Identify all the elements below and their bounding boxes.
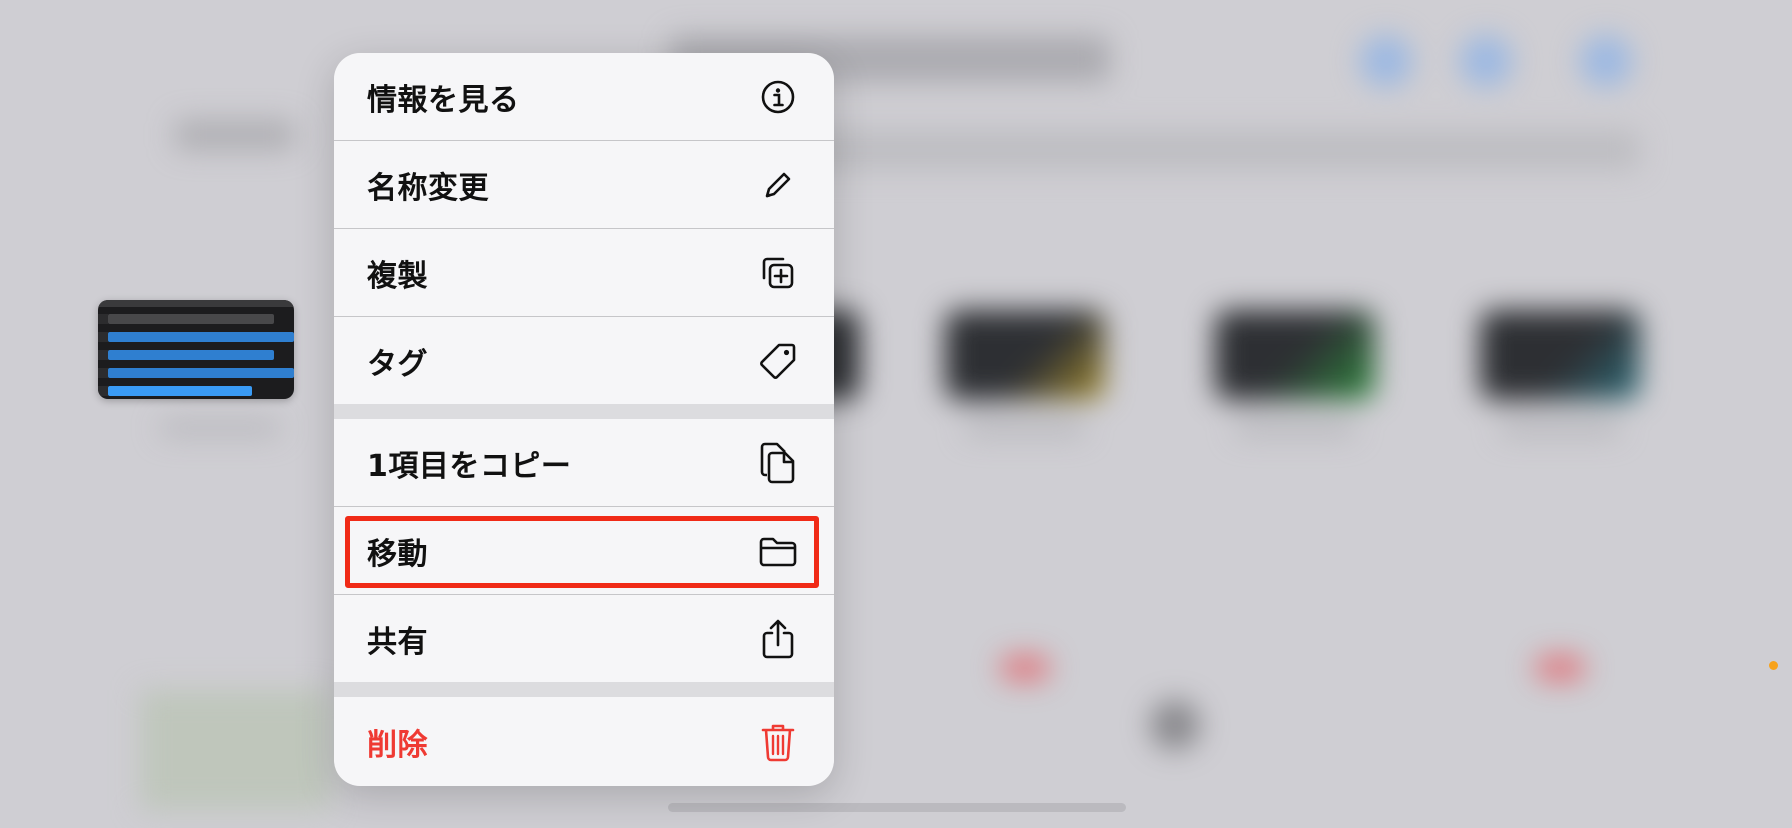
copy-document-icon <box>758 442 798 483</box>
menu-item-tags[interactable]: タグ <box>334 317 834 404</box>
menu-item-label: 複製 <box>367 258 428 294</box>
background-file-thumbnail <box>1215 310 1375 400</box>
menu-item-duplicate[interactable]: 複製 <box>334 229 834 316</box>
preview-track-region <box>108 386 252 396</box>
menu-group-divider <box>334 404 834 419</box>
tag-icon <box>758 341 798 381</box>
preview-track-region <box>108 350 274 360</box>
background-badge <box>1000 655 1050 681</box>
pencil-icon <box>758 165 798 205</box>
menu-group-divider <box>334 682 834 697</box>
share-icon <box>758 619 798 659</box>
background-app <box>0 0 1792 828</box>
menu-item-label: 共有 <box>367 624 428 660</box>
menu-item-share[interactable]: 共有 <box>334 595 834 682</box>
preview-track-header <box>98 368 108 378</box>
menu-item-delete[interactable]: 削除 <box>334 697 834 786</box>
menu-item-label: タグ <box>367 346 428 382</box>
preview-track-header <box>98 314 108 324</box>
menu-item-label: 削除 <box>367 727 428 763</box>
menu-item-copy[interactable]: 1項目をコピー <box>334 419 834 506</box>
preview-track-region <box>108 368 294 378</box>
background-file-label <box>965 420 1085 436</box>
preview-track-region <box>108 332 294 342</box>
preview-track-header <box>98 350 108 360</box>
menu-item-get-info[interactable]: 情報を見る <box>334 53 834 140</box>
background-file-thumbnail <box>945 310 1105 400</box>
preview-track-header <box>98 386 108 396</box>
background-avatar <box>1150 700 1200 750</box>
status-dot <box>1769 661 1778 670</box>
background-panel <box>140 690 330 810</box>
context-menu: 情報を見る 名称変更 複製 タグ 1項目をコピー 移動 共有 削除 <box>334 53 834 786</box>
background-search-bar <box>720 130 1640 170</box>
preview-track-region <box>108 314 274 324</box>
menu-item-move[interactable]: 移動 <box>334 507 834 594</box>
home-indicator[interactable] <box>668 803 1126 812</box>
menu-item-label: 移動 <box>367 536 428 572</box>
folder-icon <box>758 531 798 571</box>
file-preview-thumbnail[interactable] <box>98 300 294 399</box>
preview-track-header <box>98 332 108 342</box>
background-file-label <box>1235 420 1355 436</box>
preview-timeline-ruler <box>98 300 294 307</box>
background-button <box>1460 35 1512 87</box>
menu-item-rename[interactable]: 名称変更 <box>334 141 834 228</box>
info-circle-icon <box>758 77 798 117</box>
menu-item-label: 情報を見る <box>367 82 520 118</box>
background-sidebar-label <box>175 120 295 150</box>
background-button <box>1360 35 1412 87</box>
background-file-label <box>1500 420 1620 436</box>
menu-item-label: 名称変更 <box>367 170 489 206</box>
duplicate-icon <box>758 253 798 293</box>
background-file-label <box>160 420 280 436</box>
menu-item-label: 1項目をコピー <box>367 448 572 484</box>
background-badge <box>1535 655 1585 681</box>
background-file-thumbnail <box>1480 310 1640 400</box>
trash-icon <box>758 722 798 762</box>
background-button <box>1580 35 1632 87</box>
